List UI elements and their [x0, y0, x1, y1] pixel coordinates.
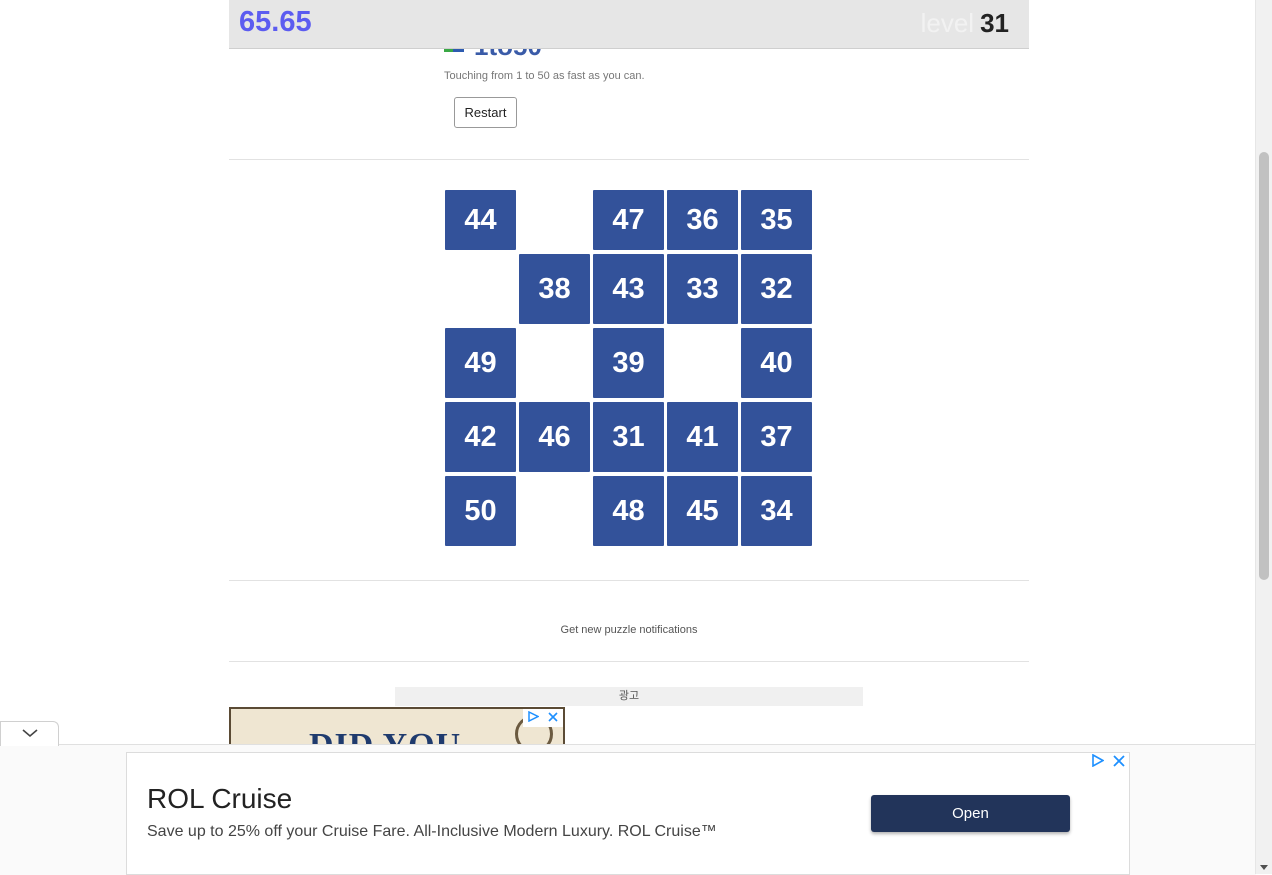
notifications-link[interactable]: Get new puzzle notifications [229, 624, 1029, 636]
scroll-down-arrow-icon[interactable] [1260, 865, 1268, 870]
scrollbar-thumb[interactable] [1259, 152, 1269, 580]
divider [229, 159, 1029, 160]
divider [229, 580, 1029, 581]
close-icon[interactable] [548, 711, 558, 725]
grid-cell-33[interactable]: 33 [667, 254, 738, 324]
anchor-ad-description: Save up to 25% off your Cruise Fare. All… [147, 823, 717, 840]
grid-cell-34[interactable]: 34 [741, 476, 812, 546]
grid-cell-48[interactable]: 48 [593, 476, 664, 546]
ad-controls [523, 709, 563, 727]
grid-cell-32[interactable]: 32 [741, 254, 812, 324]
grid-cell-35[interactable]: 35 [741, 190, 812, 250]
grid-cell-43[interactable]: 43 [593, 254, 664, 324]
timer: 65.65 [239, 6, 312, 38]
grid-cell-45[interactable]: 45 [667, 476, 738, 546]
grid-cell-50[interactable]: 50 [445, 476, 516, 546]
grid-cell-44[interactable]: 44 [445, 190, 516, 250]
close-icon[interactable] [1113, 754, 1125, 772]
divider [229, 661, 1029, 662]
level-label: level [920, 8, 975, 38]
grid-cell-38[interactable]: 38 [519, 254, 590, 324]
chevron-down-icon [21, 725, 38, 743]
grid-cell-empty [519, 476, 590, 546]
grid-cell-31[interactable]: 31 [593, 402, 664, 472]
ad-label: 광고 [395, 687, 863, 706]
grid-cell-41[interactable]: 41 [667, 402, 738, 472]
anchor-ad-title[interactable]: ROL Cruise [147, 783, 292, 815]
grid-cell-empty [519, 328, 590, 398]
adchoices-icon[interactable] [1091, 753, 1105, 772]
grid-cell-39[interactable]: 39 [593, 328, 664, 398]
adchoices-icon[interactable] [528, 710, 540, 725]
anchor-ad: ROL Cruise Save up to 25% off your Cruis… [0, 744, 1256, 875]
grid-cell-47[interactable]: 47 [593, 190, 664, 250]
grid-cell-40[interactable]: 40 [741, 328, 812, 398]
level-indicator: level 31 [921, 8, 1009, 39]
grid-cell-42[interactable]: 42 [445, 402, 516, 472]
anchor-ad-controls [1091, 753, 1125, 772]
collapse-ad-button[interactable] [0, 721, 59, 746]
grid-cell-37[interactable]: 37 [741, 402, 812, 472]
game-subtitle: Touching from 1 to 50 as fast as you can… [444, 70, 645, 82]
grid-cell-empty [445, 254, 516, 324]
grid-cell-49[interactable]: 49 [445, 328, 516, 398]
grid-cell-36[interactable]: 36 [667, 190, 738, 250]
open-button[interactable]: Open [871, 795, 1070, 832]
anchor-ad-card[interactable]: ROL Cruise Save up to 25% off your Cruis… [126, 752, 1130, 875]
grid-cell-empty [667, 328, 738, 398]
scrollbar[interactable] [1255, 0, 1272, 874]
level-number: 31 [980, 8, 1009, 38]
grid-cell-empty [519, 190, 590, 250]
grid-cell-46[interactable]: 46 [519, 402, 590, 472]
restart-button[interactable]: Restart [454, 97, 517, 128]
top-bar: 65.65 level 31 [229, 0, 1029, 49]
